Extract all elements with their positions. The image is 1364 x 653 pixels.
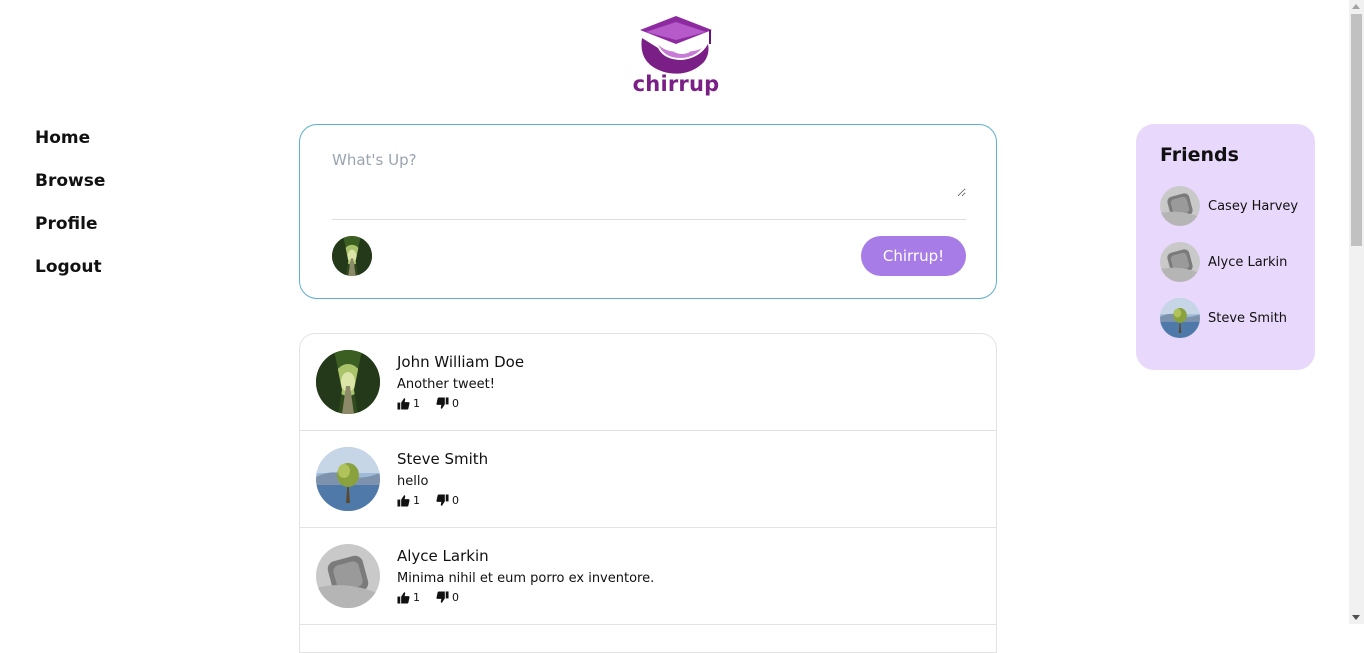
avatar <box>1160 298 1200 338</box>
friend-name: Alyce Larkin <box>1208 254 1288 270</box>
brand-wordmark: chirrup <box>632 72 720 96</box>
post-author[interactable]: Steve Smith <box>397 450 488 468</box>
avatar[interactable] <box>316 350 380 414</box>
chirp-composer: Chirrup! <box>299 124 997 299</box>
friends-panel: Friends Casey Harvey Alyce Larkin Steve … <box>1136 124 1315 370</box>
friend-item[interactable]: Alyce Larkin <box>1160 242 1287 282</box>
like-count: 1 <box>413 397 420 410</box>
avatar <box>332 236 372 276</box>
scroll-up-icon[interactable] <box>1352 4 1360 9</box>
post-text: hello <box>397 474 429 489</box>
friend-name: Steve Smith <box>1208 310 1288 326</box>
thumbs-up-icon <box>397 591 410 604</box>
page-scrollbar[interactable] <box>1349 0 1364 624</box>
avatar[interactable] <box>316 544 380 608</box>
friend-item[interactable]: Steve Smith <box>1160 298 1287 338</box>
friend-item[interactable]: Casey Harvey <box>1160 186 1298 226</box>
friend-name: Casey Harvey <box>1208 198 1299 214</box>
dislike-button[interactable]: 0 <box>436 591 459 604</box>
bird-cap-icon <box>640 16 712 74</box>
post-text: Minima nihil et eum porro ex inventore. <box>397 571 655 586</box>
whats-up-input[interactable] <box>332 151 966 197</box>
dislike-button[interactable]: 0 <box>436 494 459 507</box>
dislike-count: 0 <box>452 397 459 410</box>
like-button[interactable]: 1 <box>397 591 420 604</box>
composer-divider <box>332 219 966 220</box>
main-nav: Home Browse Profile Logout <box>35 126 105 298</box>
like-button[interactable]: 1 <box>397 397 420 410</box>
friends-title: Friends <box>1160 144 1239 166</box>
avatar[interactable] <box>316 447 380 511</box>
thumbs-up-icon <box>397 397 410 410</box>
feed-post: Steve Smith hello 1 0 <box>300 431 996 528</box>
post-author[interactable]: Alyce Larkin <box>397 547 489 565</box>
thumbs-down-icon <box>436 397 449 410</box>
post-reactions: 1 0 <box>397 397 475 410</box>
post-author[interactable]: John William Doe <box>397 353 524 371</box>
nav-profile[interactable]: Profile <box>35 212 105 255</box>
feed-post: John William Doe Another tweet! 1 0 <box>300 334 996 431</box>
dislike-count: 0 <box>452 494 459 507</box>
nav-browse[interactable]: Browse <box>35 169 105 212</box>
nav-home[interactable]: Home <box>35 126 105 169</box>
post-reactions: 1 0 <box>397 494 475 507</box>
like-count: 1 <box>413 494 420 507</box>
post-reactions: 1 0 <box>397 591 475 604</box>
like-count: 1 <box>413 591 420 604</box>
scroll-down-icon[interactable] <box>1352 615 1360 620</box>
avatar <box>1160 186 1200 226</box>
like-button[interactable]: 1 <box>397 494 420 507</box>
feed: John William Doe Another tweet! 1 0 Stev… <box>299 333 997 653</box>
scrollbar-thumb[interactable] <box>1351 14 1362 246</box>
dislike-count: 0 <box>452 591 459 604</box>
thumbs-down-icon <box>436 591 449 604</box>
thumbs-down-icon <box>436 494 449 507</box>
thumbs-up-icon <box>397 494 410 507</box>
brand-logo: chirrup <box>630 14 722 102</box>
chirrup-button[interactable]: Chirrup! <box>861 236 966 276</box>
feed-post: Alyce Larkin Minima nihil et eum porro e… <box>300 528 996 625</box>
post-text: Another tweet! <box>397 377 495 392</box>
dislike-button[interactable]: 0 <box>436 397 459 410</box>
avatar <box>1160 242 1200 282</box>
nav-logout[interactable]: Logout <box>35 255 105 298</box>
